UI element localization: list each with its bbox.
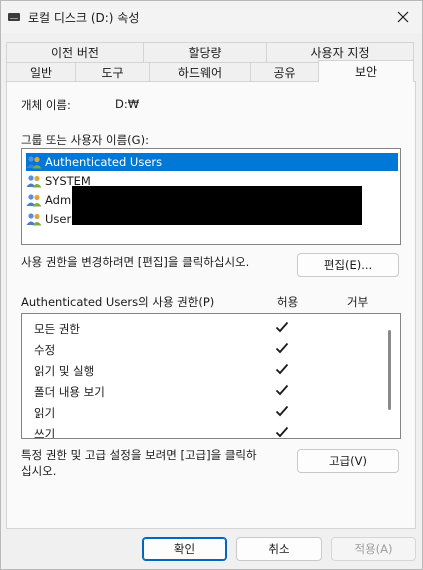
- advanced-hint-line2: 십시오.: [21, 464, 57, 478]
- permission-name: 폴더 내용 보기: [34, 385, 105, 399]
- users-group-icon: [26, 174, 42, 188]
- close-button[interactable]: [390, 5, 416, 29]
- apply-button[interactable]: 적용(A): [331, 537, 416, 561]
- permissions-header: Authenticated Users의 사용 권한(P): [21, 295, 215, 309]
- ok-button[interactable]: 확인: [142, 537, 227, 561]
- users-group-icon: [26, 155, 42, 169]
- scrollbar-thumb[interactable]: [388, 330, 391, 410]
- list-item-label: Adm: [45, 193, 72, 207]
- permissions-listbox[interactable]: 모든 권한 수정 읽기 및 실행 폴더 내용 보기 읽기 쓰기: [21, 313, 401, 439]
- tab-hardware[interactable]: 하드웨어: [149, 62, 251, 82]
- edit-hint: 사용 권한을 변경하려면 [편집]을 클릭하십시오.: [21, 255, 250, 269]
- drive-icon: [8, 13, 20, 21]
- list-item-authenticated-users[interactable]: Authenticated Users: [26, 153, 398, 171]
- window-title: 로컬 디스크 (D:) 속성: [28, 11, 140, 25]
- users-group-icon: [26, 212, 42, 226]
- deny-column-header: 거부: [347, 295, 369, 309]
- tab-customize[interactable]: 사용자 지정: [266, 42, 414, 62]
- security-panel: 개체 이름: D:₩ 그룹 또는 사용자 이름(G): Authenticate…: [6, 81, 416, 529]
- cancel-button[interactable]: 취소: [236, 537, 322, 561]
- tab-security[interactable]: 보안: [318, 60, 414, 82]
- title-bar: 로컬 디스크 (D:) 속성: [1, 1, 422, 33]
- allow-check-icon: [275, 342, 289, 354]
- allow-check-icon: [275, 426, 289, 438]
- edit-button[interactable]: 편집(E)...: [297, 253, 399, 277]
- tab-row-front: 일반 도구 하드웨어 공유 보안: [6, 60, 414, 82]
- tab-row-back: 이전 버전 할당량 사용자 지정: [6, 42, 414, 62]
- tab-sharing[interactable]: 공유: [250, 62, 319, 82]
- advanced-button[interactable]: 고급(V): [297, 449, 399, 473]
- tab-general[interactable]: 일반: [6, 62, 76, 82]
- close-icon: [397, 11, 409, 23]
- permission-row-modify: 수정: [34, 339, 374, 360]
- permission-row-list-folder: 폴더 내용 보기: [34, 381, 374, 402]
- object-name-value: D:₩: [115, 97, 140, 111]
- groups-label: 그룹 또는 사용자 이름(G):: [21, 133, 149, 147]
- object-name-label: 개체 이름:: [21, 98, 71, 112]
- allow-check-icon: [275, 405, 289, 417]
- permission-row-read: 읽기: [34, 402, 374, 423]
- permission-name: 모든 권한: [34, 322, 80, 336]
- redaction-block: [72, 186, 362, 225]
- permission-name: 쓰기: [34, 427, 56, 439]
- advanced-hint-line1: 특정 권한 및 고급 설정을 보려면 [고급]을 클릭하: [21, 448, 257, 462]
- list-item-label: Authenticated Users: [45, 155, 163, 169]
- allow-check-icon: [275, 363, 289, 375]
- permission-name: 읽기 및 실행: [34, 364, 95, 378]
- permission-row-full-control: 모든 권한: [34, 318, 374, 339]
- allow-check-icon: [275, 321, 289, 333]
- tab-quota[interactable]: 할당량: [143, 42, 267, 62]
- tab-tools[interactable]: 도구: [75, 62, 150, 82]
- allow-check-icon: [275, 384, 289, 396]
- permission-row-write: 쓰기: [34, 423, 374, 439]
- users-group-icon: [26, 193, 42, 207]
- properties-window: 로컬 디스크 (D:) 속성 이전 버전 할당량 사용자 지정 일반 도구 하드…: [0, 0, 423, 570]
- permission-name: 읽기: [34, 406, 56, 420]
- tab-previous-versions[interactable]: 이전 버전: [6, 42, 144, 62]
- permission-name: 수정: [34, 343, 56, 357]
- permission-row-read-execute: 읽기 및 실행: [34, 360, 374, 381]
- allow-column-header: 허용: [277, 295, 299, 309]
